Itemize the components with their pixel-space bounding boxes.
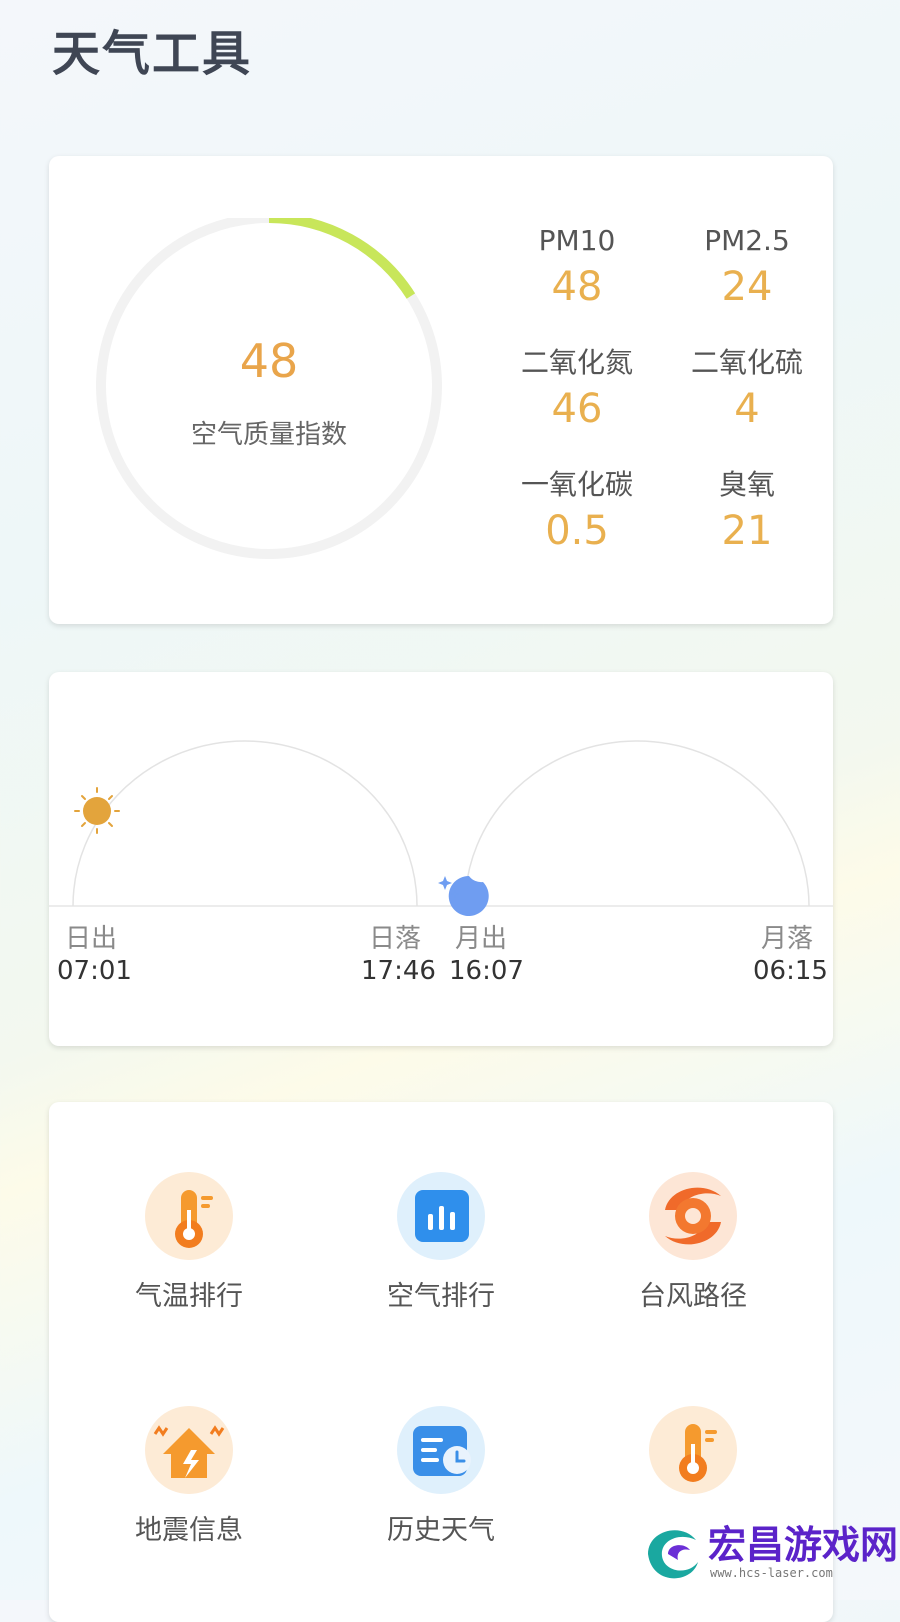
sunset-time: 17:46 (361, 956, 436, 986)
aqi-value: 48 (239, 334, 299, 388)
pollutant-o3: 臭氧 21 (667, 468, 827, 558)
pollutant-name: PM10 (538, 224, 616, 257)
sunrise-label: 日出 (65, 924, 118, 954)
tool-label: 空气排行 (387, 1281, 495, 1312)
pollutant-name: 二氧化硫 (690, 346, 803, 379)
tool-air-ranking[interactable]: 空气排行 (341, 1170, 541, 1313)
sunrise-time: 07:01 (57, 956, 132, 986)
sun-moon-arcs (49, 740, 833, 916)
pollutant-value: 46 (551, 386, 603, 432)
moonset-time: 06:15 (753, 956, 828, 986)
watermark-text: 宏昌游戏网 (708, 1523, 899, 1567)
sun-moon-card[interactable]: 日出 07:01 日落 17:46 月出 16:07 月落 06:15 (49, 672, 833, 1046)
tool-label: 气温排行 (135, 1281, 243, 1312)
pollutant-co: 一氧化碳 0.5 (497, 468, 657, 558)
pollutant-name: 臭氧 (718, 468, 775, 501)
pollutant-name: 一氧化碳 (520, 468, 633, 501)
aqi-label: 空气质量指数 (190, 420, 347, 450)
moon-arc (464, 740, 810, 907)
thermometer-icon (145, 1172, 233, 1260)
moon-icon (438, 875, 489, 916)
pollutant-name: 二氧化氮 (520, 346, 633, 379)
tool-temperature-extra[interactable] (593, 1404, 793, 1508)
watermark-logo-icon (648, 1530, 698, 1579)
tool-history-weather[interactable]: 历史天气 (341, 1404, 541, 1547)
tool-typhoon-path[interactable]: 台风路径 (593, 1170, 793, 1313)
earthquake-icon (145, 1406, 233, 1494)
pollutant-pm10: PM10 48 (497, 224, 657, 314)
moonrise-time: 16:07 (449, 956, 524, 986)
history-calendar-icon (397, 1406, 485, 1494)
sun-icon (74, 787, 120, 834)
air-quality-card[interactable]: 48 空气质量指数 PM10 48 PM2.5 24 二氧化氮 46 二氧化硫 … (49, 156, 833, 624)
pollutant-value: 48 (551, 264, 603, 310)
tool-earthquake-info[interactable]: 地震信息 (89, 1404, 289, 1547)
pollutant-no2: 二氧化氮 46 (497, 346, 657, 436)
aqi-ring (96, 218, 442, 559)
pollutant-so2: 二氧化硫 4 (667, 346, 827, 436)
watermark-url: www.hcs-laser.com (710, 1566, 833, 1580)
pollutant-value: 0.5 (545, 508, 609, 554)
pollutant-name: PM2.5 (704, 224, 790, 257)
tool-label: 地震信息 (135, 1515, 243, 1546)
pollutant-pm25: PM2.5 24 (667, 224, 827, 314)
watermark: 宏昌游戏网 www.hcs-laser.com (638, 1508, 900, 1600)
thermometer-icon (649, 1406, 737, 1494)
pollutant-value: 24 (721, 264, 773, 310)
tool-temperature-ranking[interactable]: 气温排行 (89, 1170, 289, 1313)
pollutant-value: 21 (721, 508, 773, 554)
moonset-label: 月落 (761, 924, 814, 954)
page-title: 天气工具 (52, 26, 253, 82)
tool-label: 历史天气 (387, 1515, 495, 1546)
typhoon-icon (649, 1172, 737, 1260)
pollutant-value: 4 (734, 386, 760, 432)
moonrise-label: 月出 (455, 924, 508, 954)
bar-chart-icon (397, 1172, 485, 1260)
tool-label: 台风路径 (639, 1281, 747, 1312)
sun-arc (72, 740, 418, 907)
sunset-label: 日落 (369, 924, 422, 954)
